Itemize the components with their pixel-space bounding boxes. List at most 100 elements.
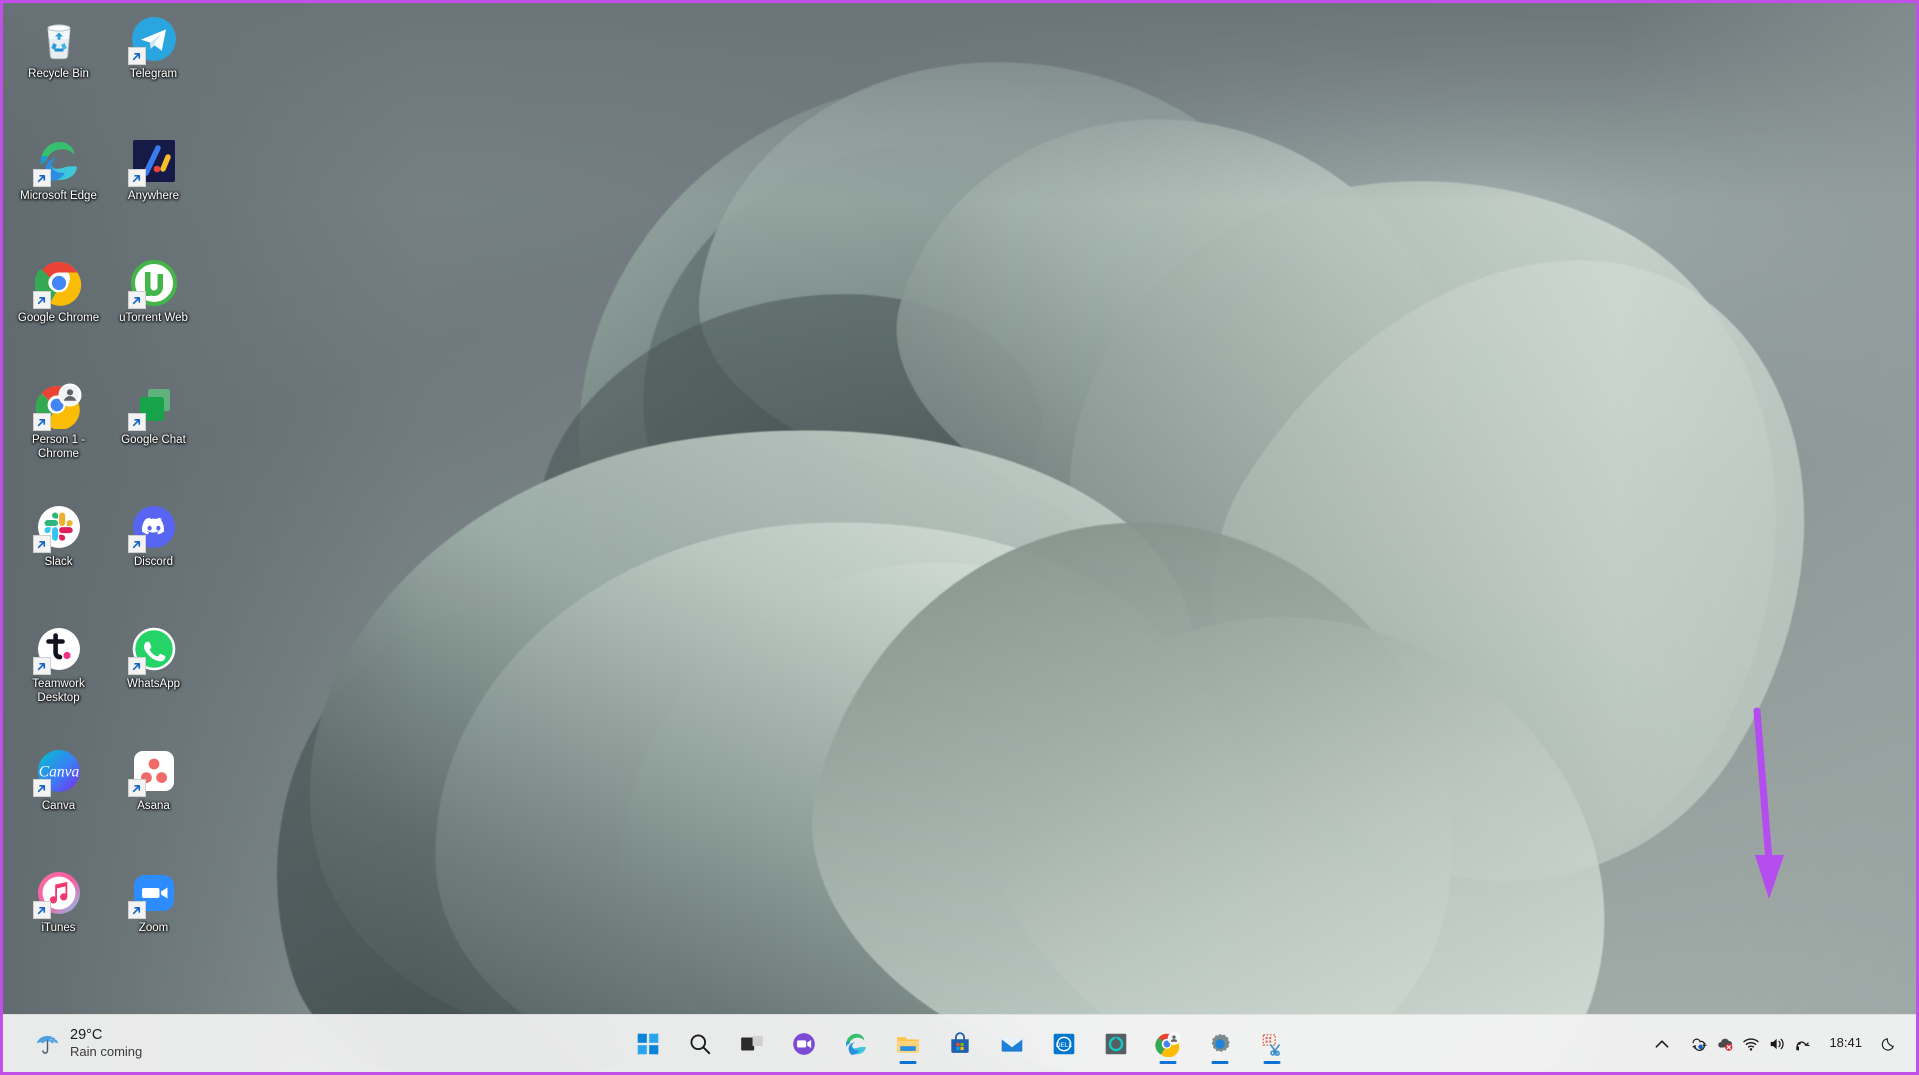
start-icon	[635, 1031, 661, 1057]
desktop-icon-label: Microsoft Edge	[13, 190, 105, 204]
shortcut-overlay-icon	[33, 169, 51, 187]
tray-overflow-button[interactable]	[1643, 1027, 1680, 1060]
chrome-person-icon	[1155, 1031, 1181, 1057]
desktop-icon-anywhere[interactable]: Anywhere	[106, 131, 201, 253]
teamwork-icon	[35, 625, 83, 673]
shortcut-overlay-icon	[33, 291, 51, 309]
taskbar-running-indicator	[899, 1061, 916, 1064]
canva-icon: Canva	[35, 747, 83, 795]
taskbar-start-button[interactable]	[626, 1022, 670, 1066]
search-icon	[687, 1031, 713, 1057]
desktop-icon-asana[interactable]: Asana	[106, 741, 201, 863]
taskbar-snipping-tool-button[interactable]	[1250, 1022, 1294, 1066]
shortcut-overlay-icon	[33, 535, 51, 553]
desktop-icon-label: Google Chat	[108, 434, 200, 448]
recycle-bin-icon	[35, 15, 83, 63]
taskbar-chrome-button[interactable]	[1146, 1022, 1190, 1066]
tray-onedrive-error-icon[interactable]	[1713, 1032, 1736, 1055]
chat-icon	[791, 1031, 817, 1057]
desktop-icon-slack[interactable]: Slack	[11, 497, 106, 619]
desktop-icon-label: iTunes	[13, 922, 105, 936]
explorer-icon	[895, 1031, 921, 1057]
moon-do-not-disturb-icon	[1880, 1035, 1898, 1053]
desktop-icon-canva[interactable]: Canva Canva	[11, 741, 106, 863]
slack-icon	[35, 503, 83, 551]
taskbar-running-indicator	[1263, 1061, 1280, 1064]
taskbar: 29°C Rain coming DELL 18:41	[3, 1014, 1916, 1072]
desktop-wallpaper[interactable]	[3, 3, 1916, 1072]
desktop-icon-label: Recycle Bin	[13, 68, 105, 82]
taskbar-mail-button[interactable]	[990, 1022, 1034, 1066]
settings-icon	[1207, 1031, 1233, 1057]
google-chat-icon	[130, 381, 178, 429]
taskbar-file-explorer-button[interactable]	[886, 1022, 930, 1066]
taskbar-weather-widget[interactable]: 29°C Rain coming	[25, 1022, 151, 1066]
edge-icon	[843, 1031, 869, 1057]
desktop-icon-label: Slack	[13, 556, 105, 570]
desktop-icon-discord[interactable]: Discord	[106, 497, 201, 619]
taskbar-alienware-button[interactable]	[1094, 1022, 1138, 1066]
taskbar-running-indicator	[1211, 1061, 1228, 1064]
discord-icon	[130, 503, 178, 551]
notification-center-button[interactable]	[1874, 1029, 1904, 1059]
taskbar-running-indicator	[1159, 1061, 1176, 1064]
desktop-icon-zoom[interactable]: Zoom	[106, 863, 201, 985]
svg-text:Canva: Canva	[38, 764, 79, 781]
shortcut-overlay-icon	[128, 901, 146, 919]
chevron-up-icon[interactable]	[1650, 1032, 1673, 1055]
taskbar-edge-button[interactable]	[834, 1022, 878, 1066]
desktop-icon-teamwork-desktop[interactable]: Teamwork Desktop	[11, 619, 106, 741]
rain-umbrella-icon	[34, 1030, 61, 1057]
shortcut-overlay-icon	[128, 657, 146, 675]
taskbar-store-button[interactable]	[938, 1022, 982, 1066]
desktop-icon-itunes[interactable]: iTunes	[11, 863, 106, 985]
tray-status-icons[interactable]	[1680, 1027, 1821, 1060]
weather-temperature: 29°C	[70, 1027, 142, 1045]
store-icon	[947, 1031, 973, 1057]
zoom-icon	[130, 869, 178, 917]
desktop-icon-label: Asana	[108, 800, 200, 814]
taskbar-search-button[interactable]	[678, 1022, 722, 1066]
chrome-icon	[35, 259, 83, 307]
desktop-icon-label: Zoom	[108, 922, 200, 936]
taskbar-chat-button[interactable]	[782, 1022, 826, 1066]
desktop-icon-label: uTorrent Web	[108, 312, 200, 326]
taskbar-center-buttons: DELL	[626, 1022, 1294, 1066]
taskbar-clock[interactable]: 18:41	[1821, 1031, 1874, 1056]
chrome-person-icon	[35, 381, 83, 429]
desktop-icon-whatsapp[interactable]: WhatsApp	[106, 619, 201, 741]
clock-time: 18:41	[1829, 1035, 1862, 1050]
desktop-icon-label: Canva	[13, 800, 105, 814]
utorrent-icon	[130, 259, 178, 307]
tray-headset-icon[interactable]	[1791, 1032, 1814, 1055]
taskbar-task-view-button[interactable]	[730, 1022, 774, 1066]
tray-wifi-icon[interactable]	[1739, 1032, 1762, 1055]
taskbar-dell-button[interactable]: DELL	[1042, 1022, 1086, 1066]
shortcut-overlay-icon	[128, 47, 146, 65]
telegram-icon	[130, 15, 178, 63]
desktop-icon-grid: Recycle Bin Telegram Microsoft Edge Anyw…	[11, 9, 201, 985]
alienware-icon	[1103, 1031, 1129, 1057]
shortcut-overlay-icon	[33, 413, 51, 431]
svg-text:DELL: DELL	[1055, 1041, 1072, 1048]
desktop-icon-telegram[interactable]: Telegram	[106, 9, 201, 131]
weather-condition: Rain coming	[70, 1044, 142, 1060]
shortcut-overlay-icon	[128, 169, 146, 187]
desktop-icon-google-chat[interactable]: Google Chat	[106, 375, 201, 497]
desktop-icon-utorrent-web[interactable]: uTorrent Web	[106, 253, 201, 375]
desktop-icon-microsoft-edge[interactable]: Microsoft Edge	[11, 131, 106, 253]
shortcut-overlay-icon	[128, 291, 146, 309]
desktop-icon-google-chrome[interactable]: Google Chrome	[11, 253, 106, 375]
desktop-icon-label: Anywhere	[108, 190, 200, 204]
desktop-icon-recycle-bin[interactable]: Recycle Bin	[11, 9, 106, 131]
tray-volume-icon[interactable]	[1765, 1032, 1788, 1055]
whatsapp-icon	[130, 625, 178, 673]
tray-onedrive-sync-icon[interactable]	[1687, 1032, 1710, 1055]
desktop-icon-person-1-chrome[interactable]: Person 1 - Chrome	[11, 375, 106, 497]
desktop-icon-label: Google Chrome	[13, 312, 105, 326]
shortcut-overlay-icon	[128, 779, 146, 797]
shortcut-overlay-icon	[33, 779, 51, 797]
shortcut-overlay-icon	[128, 413, 146, 431]
taskbar-settings-button[interactable]	[1198, 1022, 1242, 1066]
shortcut-overlay-icon	[128, 535, 146, 553]
